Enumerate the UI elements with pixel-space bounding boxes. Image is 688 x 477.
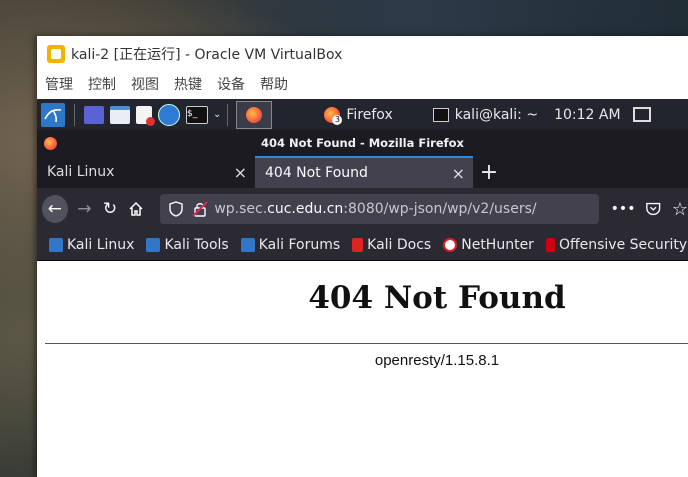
reload-button[interactable]: ↻ [97, 195, 123, 223]
kali-logo-icon [146, 238, 161, 252]
tab-kali-linux[interactable]: Kali Linux × [37, 156, 255, 188]
bookmark-label: NetHunter [461, 237, 534, 253]
forward-button[interactable]: → [72, 195, 98, 223]
virtualbox-titlebar[interactable]: kali-2 [正在运行] - Oracle VM VirtualBox [37, 36, 688, 72]
panel-separator [227, 103, 229, 126]
terminal-icon[interactable]: $_ [186, 105, 208, 124]
menu-view[interactable]: 视图 [131, 74, 159, 96]
menu-control[interactable]: 控制 [88, 74, 116, 96]
kali-top-panel: $_ ⌄ 3 Firefox kali@kali: ~ 10:12 AM [37, 99, 688, 130]
guest-screen: $_ ⌄ 3 Firefox kali@kali: ~ 10:12 AM 404… [37, 99, 688, 477]
firefox-launcher[interactable] [236, 100, 273, 129]
menu-manage[interactable]: 管理 [45, 74, 73, 96]
taskbar-terminal-label: kali@kali: ~ [454, 106, 539, 123]
menu-devices[interactable]: 设备 [217, 74, 245, 96]
panel-separator [74, 103, 75, 126]
virtualbox-title: kali-2 [正在运行] - Oracle VM VirtualBox [71, 47, 343, 63]
server-signature: openresty/1.15.8.1 [374, 352, 500, 369]
firefox-titlebar[interactable]: 404 Not Found - Mozilla Firefox [37, 130, 688, 156]
panel-clock[interactable]: 10:12 AM [554, 107, 620, 123]
bookmark-star-icon[interactable]: ☆ [672, 199, 688, 220]
tab-404-not-found[interactable]: 404 Not Found × [255, 156, 473, 188]
bookmark-kali-tools[interactable]: Kali Tools [146, 237, 229, 253]
page-content: 404 Not Found openresty/1.15.8.1 [37, 262, 688, 477]
home-icon [128, 201, 143, 216]
taskbar-terminal[interactable]: kali@kali: ~ [432, 106, 539, 123]
close-icon[interactable]: × [234, 163, 247, 182]
tab-strip: Kali Linux × 404 Not Found × + [37, 156, 688, 188]
text-editor-icon[interactable] [136, 105, 155, 126]
firefox-window: 404 Not Found - Mozilla Firefox Kali Lin… [37, 130, 688, 477]
file-manager-icon[interactable] [110, 105, 130, 124]
bookmark-label: Kali Linux [67, 237, 135, 253]
home-button[interactable] [123, 195, 149, 223]
bookmark-nethunter[interactable]: NetHunter [443, 237, 534, 253]
url-prefix: wp.sec. [214, 201, 268, 217]
back-arrow-icon: ← [47, 199, 62, 219]
page-actions-button[interactable]: ••• [611, 201, 636, 217]
kali-logo-icon [240, 238, 255, 252]
navigation-toolbar: ← → ↻ wp.sec.cuc.edu.cn:8080/wp-json/wp/… [37, 188, 688, 230]
tab-label: 404 Not Found [265, 165, 368, 181]
shield-icon[interactable] [168, 201, 184, 217]
firefox-window-title: 404 Not Found - Mozilla Firefox [261, 136, 464, 150]
bookmarks-toolbar: Kali Linux Kali Tools Kali Forums Kali D… [37, 230, 688, 261]
virtualbox-icon [47, 45, 65, 63]
firefox-icon [246, 106, 263, 123]
terminal-icon [432, 107, 449, 122]
kali-logo-icon [49, 238, 63, 252]
close-icon[interactable]: × [452, 164, 465, 183]
bookmark-kali-docs[interactable]: Kali Docs [352, 237, 431, 253]
bookmark-kali-forums[interactable]: Kali Forums [240, 237, 341, 253]
bookmark-label: Kali Docs [367, 237, 432, 253]
menu-hotkeys[interactable]: 热键 [174, 74, 202, 96]
kali-menu-icon[interactable] [41, 102, 65, 127]
error-heading: 404 Not Found [308, 280, 566, 316]
screen-icon[interactable] [632, 107, 651, 122]
web-browser-icon[interactable] [158, 103, 180, 126]
docs-icon [352, 238, 364, 252]
divider [45, 343, 688, 344]
menu-help[interactable]: 帮助 [260, 74, 288, 96]
show-desktop-icon[interactable] [84, 105, 104, 124]
pocket-icon[interactable] [645, 200, 661, 218]
bookmark-label: Offensive Security [558, 237, 688, 253]
forward-arrow-icon: → [77, 199, 92, 219]
url-text[interactable]: wp.sec.cuc.edu.cn:8080/wp-json/wp/v2/use… [214, 201, 536, 217]
taskbar-firefox-label: Firefox [346, 106, 393, 123]
bookmark-offensive-security[interactable]: Offensive Security [545, 237, 688, 253]
back-button[interactable]: ← [42, 195, 68, 223]
nethunter-icon [443, 238, 458, 252]
reload-icon: ↻ [102, 199, 118, 219]
url-host: cuc.edu.cn [267, 201, 344, 217]
bookmark-label: Kali Forums [258, 237, 341, 253]
url-suffix: :8080/wp-json/wp/v2/users/ [343, 201, 537, 217]
bookmark-kali-linux[interactable]: Kali Linux [49, 237, 134, 253]
new-tab-button[interactable]: + [473, 156, 505, 188]
window-count-badge: 3 [332, 114, 343, 125]
taskbar-firefox[interactable]: 3 Firefox [324, 106, 393, 125]
insecure-lock-icon[interactable] [192, 201, 209, 217]
offsec-icon [545, 238, 555, 252]
virtualbox-menubar: 管理 控制 视图 热键 设备 帮助 [37, 74, 295, 96]
chevron-down-icon[interactable]: ⌄ [213, 109, 221, 120]
bookmark-label: Kali Tools [164, 237, 229, 253]
url-bar[interactable]: wp.sec.cuc.edu.cn:8080/wp-json/wp/v2/use… [160, 194, 599, 224]
tab-label: Kali Linux [47, 164, 115, 180]
